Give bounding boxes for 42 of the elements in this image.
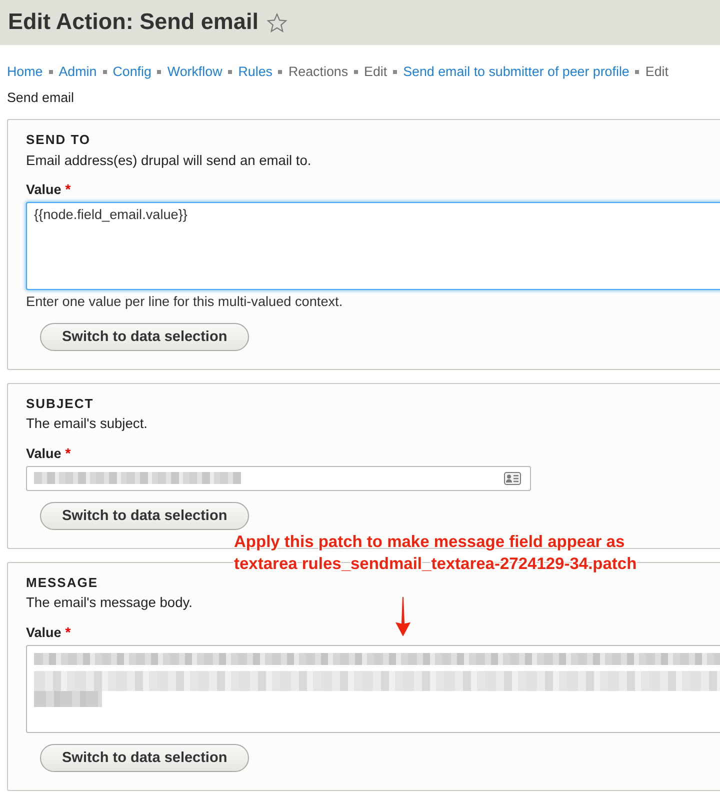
required-marker: * xyxy=(65,624,71,640)
breadcrumb-separator-icon xyxy=(278,70,282,74)
required-marker: * xyxy=(65,444,71,460)
section-legend: SEND TO xyxy=(26,132,91,148)
field-label: Value xyxy=(26,624,62,640)
value-input-field[interactable] xyxy=(26,466,531,490)
page-title: Edit Action: Send email xyxy=(8,11,258,34)
switch-mode-button[interactable]: Switch to data selection xyxy=(40,322,250,350)
breadcrumb-separator-icon xyxy=(393,70,398,74)
page-subtitle: Send email xyxy=(7,90,74,106)
switch-mode-button[interactable]: Switch to data selection xyxy=(40,744,250,772)
value-textarea[interactable] xyxy=(26,644,720,732)
breadcrumb-text: Edit xyxy=(645,64,668,79)
field-label: Value xyxy=(26,182,62,197)
breadcrumb-text: Edit xyxy=(364,64,388,79)
section-legend: MESSAGE xyxy=(26,574,98,590)
required-marker: * xyxy=(65,181,71,197)
section-description: Email address(es) drupal will send an email to. xyxy=(26,152,312,168)
contact-card-icon xyxy=(504,472,521,484)
field-help-text: Enter one value per line for this multi-valued context. xyxy=(26,294,343,309)
breadcrumb-separator-icon xyxy=(228,70,232,74)
value-textarea[interactable]: {{node.field_email.value}} xyxy=(26,202,720,290)
breadcrumb-separator-icon xyxy=(102,70,107,74)
breadcrumb-link[interactable]: Config xyxy=(112,64,152,79)
down-arrow-icon xyxy=(393,596,413,638)
breadcrumb-link[interactable]: Rules xyxy=(238,64,272,79)
breadcrumb-link[interactable]: Send email to submitter of peer profile xyxy=(403,64,630,79)
breadcrumb-separator-icon xyxy=(48,70,53,74)
breadcrumb-text: Reactions xyxy=(288,64,348,79)
breadcrumb-link[interactable]: Workflow xyxy=(167,64,222,79)
breadcrumb-separator-icon xyxy=(157,70,162,74)
section-description: The email's subject. xyxy=(26,416,148,432)
star-icon[interactable] xyxy=(267,12,288,32)
breadcrumb-link[interactable]: Home xyxy=(7,64,43,79)
field-label: Value xyxy=(26,446,62,460)
breadcrumb-separator-icon xyxy=(635,70,640,74)
section-legend: SUBJECT xyxy=(26,396,94,412)
breadcrumb-link[interactable]: Admin xyxy=(58,64,97,79)
annotation-text: Apply this patch to make message field appear as textarea rules_sendmail_textarea-2724129-34.patch xyxy=(234,532,637,575)
switch-mode-button[interactable]: Switch to data selection xyxy=(40,502,250,530)
breadcrumb-separator-icon xyxy=(354,70,358,74)
section-description: The email's message body. xyxy=(26,595,192,611)
